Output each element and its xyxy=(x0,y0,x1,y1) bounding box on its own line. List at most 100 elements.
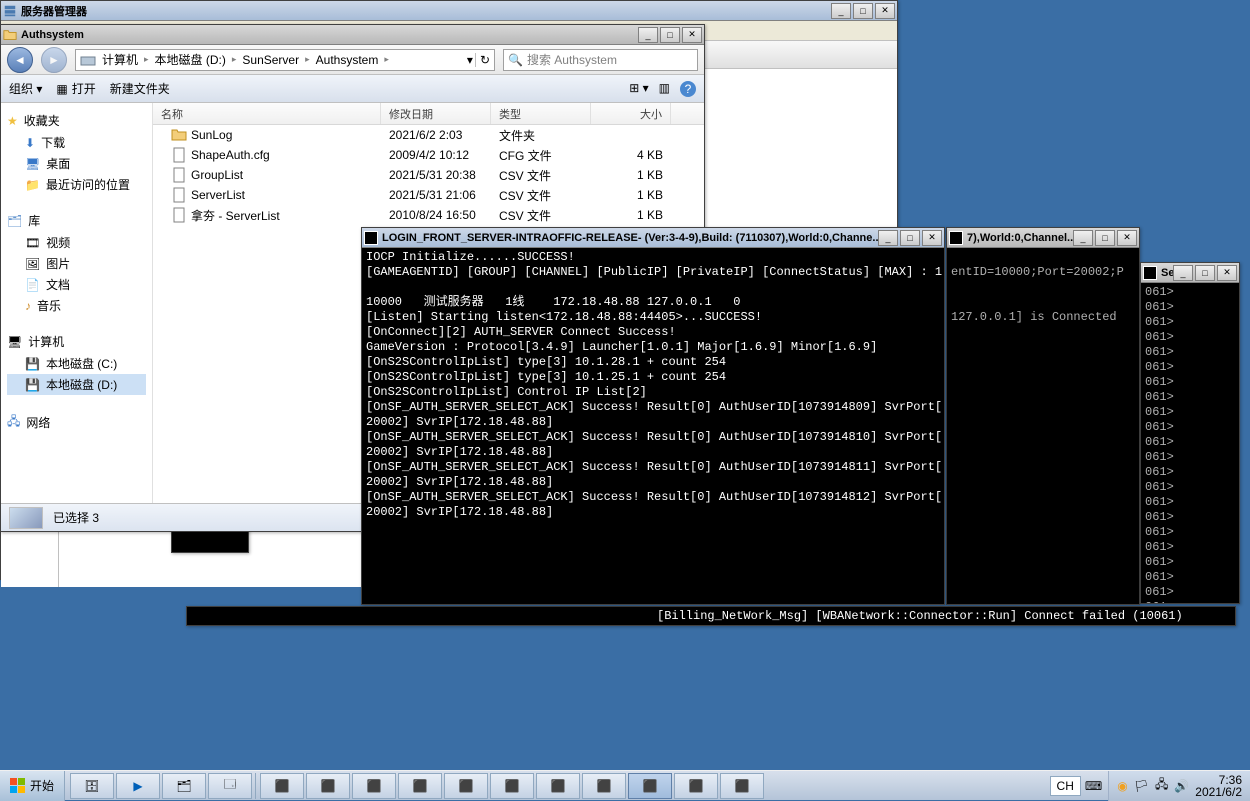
task-cmd-7[interactable]: ⬛ xyxy=(536,773,580,799)
console-login-front[interactable]: LOGIN_FRONT_SERVER-INTRAOFFIC-RELEASE- (… xyxy=(361,227,945,605)
console-right-b[interactable]: Ser... _□✕ 061> 061> 061> 061> 061> 061>… xyxy=(1140,262,1240,604)
breadcrumb-computer[interactable]: 计算机 xyxy=(102,51,138,68)
address-box[interactable]: 计算机▸ 本地磁盘 (D:)▸ SunServer▸ Authsystem▸ ▾… xyxy=(75,49,495,71)
server-manager-titlebar[interactable]: 服务器管理器 _ □ ✕ xyxy=(1,1,897,21)
minimize-btn[interactable]: _ xyxy=(1173,265,1193,281)
nav-downloads[interactable]: ⬇下载 xyxy=(7,132,146,153)
login-title: LOGIN_FRONT_SERVER-INTRAOFFIC-RELEASE- (… xyxy=(382,232,878,244)
nav-recent[interactable]: 📁最近访问的位置 xyxy=(7,174,146,195)
maximize-btn[interactable]: □ xyxy=(1095,230,1115,246)
music-icon: ♪ xyxy=(25,299,31,313)
newfolder-btn[interactable]: 新建文件夹 xyxy=(110,80,170,97)
nav-disk-c[interactable]: 💾本地磁盘 (C:) xyxy=(7,353,146,374)
task-btn-1[interactable]: 🗄 xyxy=(70,773,114,799)
task-cmd-3[interactable]: ⬛ xyxy=(352,773,396,799)
breadcrumb-sunserver[interactable]: SunServer xyxy=(242,53,299,67)
task-btn-2[interactable]: ▶ xyxy=(116,773,160,799)
keyboard-icon[interactable]: ⌨ xyxy=(1085,779,1102,793)
refresh-icon[interactable]: ↻ xyxy=(475,53,490,67)
breadcrumb-disk[interactable]: 本地磁盘 (D:) xyxy=(155,51,226,68)
col-name[interactable]: 名称 xyxy=(153,103,381,124)
windows-logo-icon xyxy=(10,778,26,794)
open-btn[interactable]: ▦打开 xyxy=(56,80,95,97)
maximize-btn[interactable]: □ xyxy=(1195,265,1215,281)
nav-network[interactable]: 🖧网络 xyxy=(7,409,146,436)
server-icon xyxy=(3,4,17,18)
status-text: 已选择 3 xyxy=(53,509,99,526)
minimize-btn[interactable]: _ xyxy=(831,3,851,19)
desktop-icon: 🖥 xyxy=(25,157,40,171)
task-cmd-8[interactable]: ⬛ xyxy=(582,773,626,799)
task-cmd-9[interactable]: ⬛ xyxy=(628,773,672,799)
search-icon: 🔍 xyxy=(508,53,523,67)
nav-video[interactable]: 🎞视频 xyxy=(7,232,146,253)
task-cmd-11[interactable]: ⬛ xyxy=(720,773,764,799)
computer-icon: 🖥 xyxy=(7,335,22,349)
close-btn[interactable]: ✕ xyxy=(1217,265,1237,281)
tray-flag-icon[interactable]: 🏳 xyxy=(1134,779,1149,793)
col-type[interactable]: 类型 xyxy=(491,103,591,124)
back-button[interactable]: ◄ xyxy=(7,47,33,73)
search-box[interactable]: 🔍 搜索 Authsystem xyxy=(503,49,698,71)
minimize-btn[interactable]: _ xyxy=(1073,230,1093,246)
tray-network-icon[interactable]: 🖧 xyxy=(1155,775,1168,796)
close-btn[interactable]: ✕ xyxy=(875,3,895,19)
file-row[interactable]: SunLog2021/6/2 2:03文件夹 xyxy=(153,125,704,145)
nav-documents[interactable]: 📄文档 xyxy=(7,274,146,295)
file-row[interactable]: 拿夯 - ServerList2010/8/24 16:50CSV 文件1 KB xyxy=(153,205,704,225)
task-cmd-10[interactable]: ⬛ xyxy=(674,773,718,799)
nav-libraries[interactable]: 🗂库 xyxy=(7,209,146,232)
forward-button[interactable]: ► xyxy=(41,47,67,73)
console-right-a[interactable]: 7),World:0,Channel.. _□✕ entID=10000;Por… xyxy=(946,227,1140,605)
maximize-btn[interactable]: □ xyxy=(660,27,680,43)
task-btn-4[interactable]: 🗔 xyxy=(208,773,252,799)
task-btn-3[interactable]: 🗂 xyxy=(162,773,206,799)
file-row[interactable]: GroupList2021/5/31 20:38CSV 文件1 KB xyxy=(153,165,704,185)
start-button[interactable]: 开始 xyxy=(0,771,65,801)
addr-dropdown-icon[interactable]: ▾ xyxy=(467,53,473,67)
col-size[interactable]: 大小 xyxy=(591,103,671,124)
nav-pictures[interactable]: 🖼图片 xyxy=(7,253,146,274)
preview-pane-btn[interactable]: ▥ xyxy=(659,81,670,97)
minimize-btn[interactable]: _ xyxy=(878,230,898,246)
task-cmd-5[interactable]: ⬛ xyxy=(444,773,488,799)
nav-disk-d[interactable]: 💾本地磁盘 (D:) xyxy=(7,374,146,395)
server-manager-icon: 🗄 xyxy=(84,779,99,793)
drive-icon: 💾 xyxy=(25,378,40,392)
nav-computer[interactable]: 🖥计算机 xyxy=(7,330,146,353)
console-icon xyxy=(364,231,378,245)
view-icons-btn[interactable]: ⊞ ▾ xyxy=(629,81,648,97)
explorer-addressbar: ◄ ► 计算机▸ 本地磁盘 (D:)▸ SunServer▸ Authsyste… xyxy=(1,45,704,75)
close-btn[interactable]: ✕ xyxy=(1117,230,1137,246)
help-icon[interactable]: ? xyxy=(680,81,696,97)
explorer-titlebar[interactable]: Authsystem _ □ ✕ xyxy=(1,25,704,45)
close-btn[interactable]: ✕ xyxy=(922,230,942,246)
login-console-body[interactable]: IOCP Initialize......SUCCESS! [GAMEAGENT… xyxy=(362,248,944,604)
lang-indicator[interactable]: CH xyxy=(1050,776,1081,796)
task-cmd-2[interactable]: ⬛ xyxy=(306,773,350,799)
tray-icon-1[interactable]: ◉ xyxy=(1117,779,1127,793)
nav-favorites[interactable]: ★收藏夹 xyxy=(7,109,146,132)
explorer-cmdbar: 组织 ▾ ▦打开 新建文件夹 ⊞ ▾ ▥ ? xyxy=(1,75,704,103)
close-btn[interactable]: ✕ xyxy=(682,27,702,43)
maximize-btn[interactable]: □ xyxy=(900,230,920,246)
explorer-navpane: ★收藏夹 ⬇下载 🖥桌面 📁最近访问的位置 🗂库 🎞视频 🖼图片 📄文档 ♪音乐… xyxy=(1,103,153,503)
task-cmd-1[interactable]: ⬛ xyxy=(260,773,304,799)
col-modified[interactable]: 修改日期 xyxy=(381,103,491,124)
library-icon: 🗂 xyxy=(7,214,22,228)
breadcrumb-authsystem[interactable]: Authsystem xyxy=(316,53,379,67)
file-row[interactable]: ServerList2021/5/31 21:06CSV 文件1 KB xyxy=(153,185,704,205)
right-a-console-body: entID=10000;Port=20002;P 127.0.0.1] is C… xyxy=(947,248,1139,604)
task-cmd-6[interactable]: ⬛ xyxy=(490,773,534,799)
tray-clock[interactable]: 7:36 2021/6/2 xyxy=(1195,774,1242,798)
minimize-btn[interactable]: _ xyxy=(638,27,658,43)
organize-menu[interactable]: 组织 ▾ xyxy=(9,80,42,97)
login-titlebar[interactable]: LOGIN_FRONT_SERVER-INTRAOFFIC-RELEASE- (… xyxy=(362,228,944,248)
folder-icon xyxy=(3,28,17,42)
maximize-btn[interactable]: □ xyxy=(853,3,873,19)
file-row[interactable]: ShapeAuth.cfg2009/4/2 10:12CFG 文件4 KB xyxy=(153,145,704,165)
tray-volume-icon[interactable]: 🔊 xyxy=(1174,779,1189,793)
task-cmd-4[interactable]: ⬛ xyxy=(398,773,442,799)
nav-desktop[interactable]: 🖥桌面 xyxy=(7,153,146,174)
nav-music[interactable]: ♪音乐 xyxy=(7,295,146,316)
